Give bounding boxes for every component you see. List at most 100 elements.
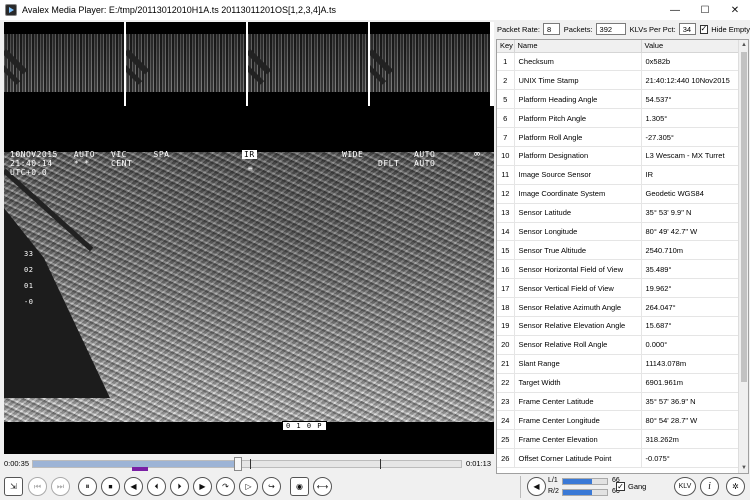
video-thumbnail-4[interactable]: [370, 22, 490, 106]
volume-right-slider[interactable]: [562, 489, 608, 496]
klv-cell-name: Sensor Horizontal Field of View: [514, 259, 642, 280]
klv-cell-value: 0x582b: [641, 52, 739, 72]
scroll-down-arrow-icon[interactable]: ▼: [739, 463, 748, 473]
loop-button[interactable]: ↪: [262, 477, 281, 496]
close-button[interactable]: ✕: [720, 0, 750, 20]
klv-cell-value: 35° 57' 36.9" N: [641, 392, 739, 412]
main-video-frame[interactable]: 10NOV2015 AUTO VIC SPA 21:40:14 * * CENT…: [4, 108, 494, 454]
volume-left-label: L/1: [548, 477, 558, 484]
table-row[interactable]: 13 Sensor Latitude 35° 53' 9.9" N: [497, 203, 739, 223]
table-row[interactable]: 10 Platform Designation L3 Wescam - MX Tur…: [497, 146, 739, 166]
table-row[interactable]: 18 Sensor Relative Azimuth Angle 264.047°: [497, 297, 739, 317]
klv-cell-name: Frame Center Elevation: [514, 429, 642, 450]
klv-cell-value: 264.047°: [641, 297, 739, 317]
current-time: 0:00:35: [4, 459, 30, 468]
speaker-icon[interactable]: ◀: [527, 477, 546, 496]
klv-cell-key: 6: [497, 108, 515, 129]
scroll-up-arrow-icon[interactable]: ▲: [739, 40, 748, 50]
frame-back-button[interactable]: ◀: [124, 477, 143, 496]
fit-width-button[interactable]: ⟷: [313, 477, 332, 496]
volume-left-slider[interactable]: [562, 478, 608, 485]
klv-cell-name: Sensor Relative Roll Angle: [514, 335, 642, 355]
klv-cell-value: 21:40:12:440 10Nov2015: [641, 70, 739, 91]
step-forward-button[interactable]: ⏵: [170, 477, 189, 496]
gang-checkbox[interactable]: ✓: [616, 482, 625, 491]
table-row[interactable]: 26 Offset Corner Latitude Point -0.075°: [497, 448, 739, 469]
klvs-per-pct-label: KLVs Per Pct:: [629, 24, 676, 34]
table-row[interactable]: 21 Slant Range 11143.078m: [497, 354, 739, 374]
snapshot-camera-icon[interactable]: ◉: [290, 477, 309, 496]
klv-cell-name: Sensor Relative Azimuth Angle: [514, 297, 642, 317]
table-row[interactable]: 2 UNIX Time Stamp 21:40:12:440 10Nov2015: [497, 70, 739, 91]
timeline-playhead[interactable]: [234, 457, 242, 471]
minimize-button[interactable]: —: [660, 0, 690, 20]
timeline-slider[interactable]: [32, 457, 462, 471]
klv-cell-value: 80° 49' 42.7" W: [641, 222, 739, 242]
table-row[interactable]: 14 Sensor Longitude 80° 49' 42.7" W: [497, 222, 739, 242]
stop-button[interactable]: ⏹: [101, 477, 120, 496]
klv-cell-name: UNIX Time Stamp: [514, 70, 642, 91]
klv-cell-name: Sensor Longitude: [514, 222, 642, 242]
klv-cell-name: Image Coordinate System: [514, 184, 642, 204]
maximize-button[interactable]: ☐: [690, 0, 720, 20]
pause-button[interactable]: ⏸: [78, 477, 97, 496]
klv-cell-key: 7: [497, 127, 515, 147]
table-row[interactable]: 5 Platform Heading Angle 54.537°: [497, 89, 739, 110]
frame-forward-button[interactable]: ▶: [193, 477, 212, 496]
settings-gear-icon[interactable]: ✲: [726, 477, 745, 496]
table-row[interactable]: 17 Sensor Vertical Field of View 19.962°: [497, 278, 739, 299]
klv-button[interactable]: KLV: [674, 477, 696, 496]
video-thumbnail-1[interactable]: [4, 22, 124, 106]
osd-dflt: DFLT: [378, 159, 400, 168]
osd-bottom-tag: 0 1 0 P: [282, 421, 327, 431]
step-back-button[interactable]: ⏴: [147, 477, 166, 496]
table-row[interactable]: 1 Checksum 0x582b: [497, 52, 739, 72]
app-icon: [5, 4, 17, 16]
video-thumbnail-2[interactable]: [126, 22, 246, 106]
table-row[interactable]: 12 Image Coordinate System Geodetic WGS84: [497, 184, 739, 204]
table-row[interactable]: 25 Frame Center Elevation 318.262m: [497, 429, 739, 450]
table-row[interactable]: 15 Sensor True Altitude 2540.710m: [497, 240, 739, 261]
klv-cell-name: Platform Designation: [514, 146, 642, 166]
table-row[interactable]: 6 Platform Pitch Angle 1.305°: [497, 108, 739, 129]
klv-cell-key: 19: [497, 316, 515, 336]
jump-forward-button[interactable]: ↷: [216, 477, 235, 496]
scrollbar-thumb[interactable]: [741, 52, 747, 382]
table-row[interactable]: 24 Frame Center Longitude 80° 54' 28.7" W: [497, 410, 739, 431]
klv-table-scrollbar[interactable]: ▲ ▼: [738, 40, 748, 473]
osd-center-mark: ≡: [248, 164, 254, 173]
info-button[interactable]: i: [700, 477, 719, 496]
skip-to-end-button[interactable]: ⏭: [51, 477, 70, 496]
volume-right-level: [563, 490, 592, 495]
packets-field[interactable]: 392: [595, 23, 626, 35]
klv-cell-value: 54.537°: [641, 89, 739, 110]
table-row[interactable]: 7 Platform Roll Angle -27.305°: [497, 127, 739, 147]
table-row[interactable]: 22 Target Width 6901.961m: [497, 373, 739, 393]
klv-cell-value: 1.305°: [641, 108, 739, 129]
klv-cell-key: 25: [497, 429, 515, 450]
column-header-name[interactable]: Name: [514, 40, 642, 53]
klvs-per-pct-field[interactable]: 34: [678, 23, 696, 35]
klv-panel: Packet Rate: 8 Packets: 392 KLVs Per Pct…: [494, 22, 750, 474]
video-pane[interactable]: 10NOV2015 AUTO VIC SPA 21:40:14 * * CENT…: [4, 22, 494, 454]
export-icon[interactable]: ⇲: [4, 477, 23, 496]
table-row[interactable]: 16 Sensor Horizontal Field of View 35.489°: [497, 259, 739, 280]
klv-cell-value: L3 Wescam - MX Turret: [641, 146, 739, 166]
hide-empty-label: Hide Empty: [711, 24, 750, 34]
packet-rate-field[interactable]: 8: [542, 23, 560, 35]
table-row[interactable]: 20 Sensor Relative Roll Angle 0.000°: [497, 335, 739, 355]
klv-cell-value: 80° 54' 28.7" W: [641, 410, 739, 431]
osd-line-2: 21:40:14 * * CENT: [10, 159, 133, 168]
hide-empty-checkbox[interactable]: ✓: [699, 24, 709, 34]
video-thumbnail-3[interactable]: [248, 22, 368, 106]
play-button[interactable]: ▷: [239, 477, 258, 496]
table-row[interactable]: 23 Frame Center Latitude 35° 57' 36.9" N: [497, 392, 739, 412]
column-header-value[interactable]: Value: [641, 40, 739, 53]
klv-table-body: 1 Checksum 0x582b 2 UNIX Time Stamp 21:40:12:…: [497, 52, 739, 469]
table-row[interactable]: 19 Sensor Relative Elevation Angle 15.687°: [497, 316, 739, 336]
klv-cell-key: 17: [497, 278, 515, 299]
table-row[interactable]: 11 Image Source Sensor IR: [497, 165, 739, 185]
skip-to-start-button[interactable]: ⏮: [28, 477, 47, 496]
packet-rate-label: Packet Rate:: [497, 24, 540, 34]
column-header-key[interactable]: Key: [497, 40, 515, 53]
